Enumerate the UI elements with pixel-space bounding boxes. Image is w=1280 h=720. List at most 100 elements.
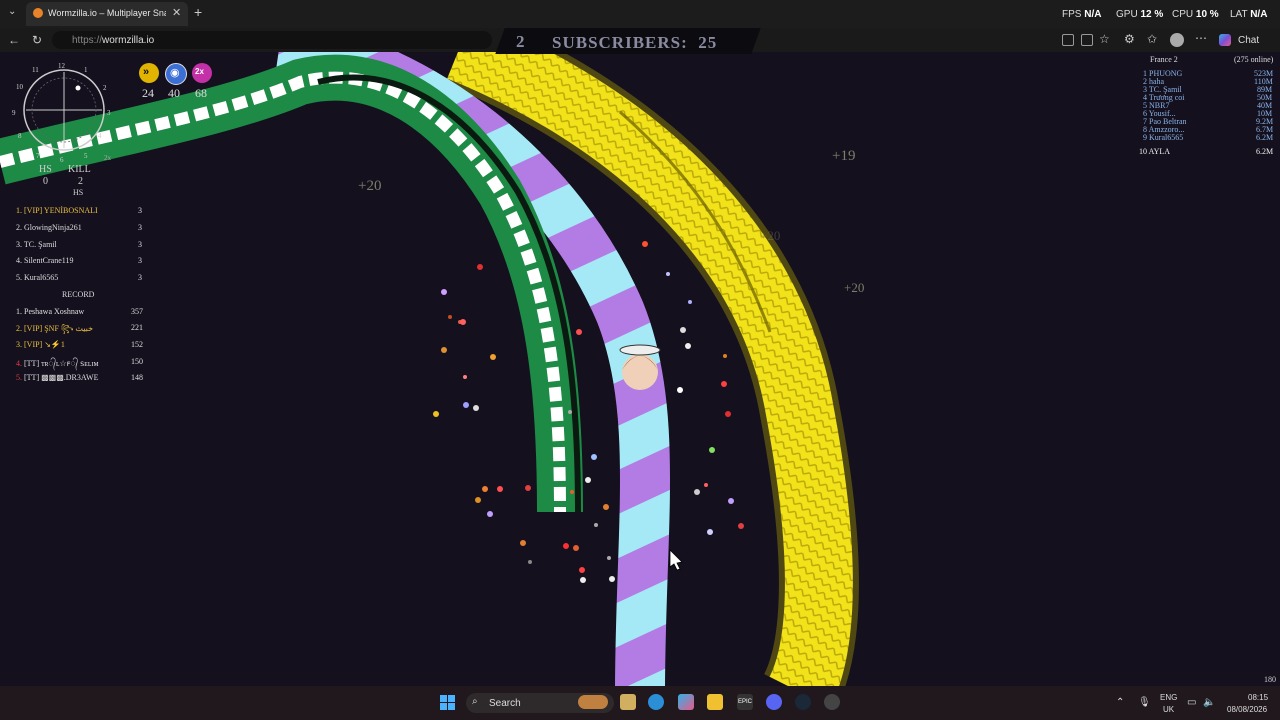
list-item: 2. [VIP] ŞNF ꧂ خبيث [16, 323, 93, 339]
list-item: 5. Kural6565 [16, 273, 58, 282]
record-title: RECORD [62, 290, 95, 299]
browser-tab-bar: ⌄ Wormzilla.io – Multiplayer Snake G ✕ +… [0, 0, 1280, 28]
subscribers-text: SUBSCRIBERS: [552, 33, 688, 52]
magnet-count: 40 [168, 86, 180, 100]
minimap-number: 9 [12, 109, 16, 117]
clock-time[interactable]: 08:15 [1248, 693, 1268, 702]
player-name: [VIP] YENİBOSNALI [24, 206, 98, 215]
player-head [622, 354, 658, 390]
microphone-icon[interactable]: 🎙 [1138, 697, 1151, 708]
back-arrow-icon[interactable]: ← [8, 33, 20, 47]
tray-chevron-icon[interactable]: ⌃ [1116, 697, 1124, 708]
favorite-star-icon[interactable]: ☆ [1099, 32, 1110, 46]
subscribers-label: SUBSCRIBERS: 25 [552, 33, 717, 53]
tab-list-icon[interactable]: ⌄ [8, 6, 16, 17]
start-button[interactable] [440, 695, 455, 710]
player-name: [VIP] ↘⚡1 [24, 340, 65, 349]
subscribers-number: 2 [516, 32, 525, 51]
rank: 1. [16, 307, 22, 316]
player-name: Kural6565 [1149, 133, 1184, 142]
self-score: 6.2M [1256, 147, 1274, 156]
score: 148 [131, 373, 143, 382]
double-count: 68 [195, 86, 207, 100]
speed-count: 24 [142, 86, 154, 100]
language-bottom[interactable]: UK [1163, 705, 1174, 714]
player-name: SilentCrane119 [24, 256, 74, 265]
list-item: 9 Kural6565 [1143, 133, 1183, 142]
hs-board-title: HS [73, 188, 84, 197]
extension-icon[interactable]: ⚙ [1124, 32, 1135, 46]
store-icon[interactable] [620, 694, 636, 710]
player-name: GlowingNinja261 [24, 223, 82, 232]
list-item: 5. [TT] ▩▩▩.DR3AWE [16, 373, 98, 382]
rank: 3. [16, 240, 22, 249]
hs-label: HS [39, 164, 52, 175]
minimap-number: 7 [36, 152, 40, 160]
fps-value: N/A [1084, 9, 1102, 20]
edge-icon[interactable] [648, 694, 664, 710]
clock-date[interactable]: 08/08/2026 [1227, 705, 1267, 714]
minimap-number: 3 [107, 109, 111, 117]
discord-icon[interactable] [766, 694, 782, 710]
epic-games-icon[interactable]: EPIC [737, 694, 753, 710]
player-name: AYLA [1148, 147, 1171, 156]
player-sunglasses [619, 344, 661, 356]
rank: 5. [16, 373, 22, 382]
game-world[interactable] [0, 52, 1280, 686]
copilot-icon [1219, 34, 1231, 46]
floating-score: +19 [832, 148, 856, 164]
cpu-label: CPU [1172, 9, 1194, 20]
start-tile [448, 703, 455, 710]
player-name: [TT] ▩▩▩.DR3AWE [24, 373, 99, 382]
score: 3 [138, 223, 142, 232]
score: 357 [131, 307, 143, 316]
kill-label: KILL [68, 164, 91, 175]
lat-label: LAT [1230, 9, 1248, 20]
file-explorer-icon[interactable] [707, 694, 723, 710]
minimap-number: 5 [84, 152, 88, 160]
copilot-app-icon[interactable] [678, 694, 694, 710]
minimap-number: 11 [32, 66, 39, 74]
more-menu-icon[interactable]: ⋯ [1195, 31, 1207, 45]
minimap-number: 12 [58, 62, 65, 70]
network-icon[interactable]: ▭ [1187, 697, 1196, 708]
minimap-number: 1 [84, 66, 88, 74]
search-highlight-image [578, 695, 608, 709]
score: 221 [131, 323, 143, 332]
score: 3 [138, 273, 142, 282]
minimap-number: 4 [98, 132, 102, 140]
profile-avatar[interactable] [1170, 33, 1184, 47]
floating-score: +20 [760, 228, 781, 243]
score: 150 [131, 357, 143, 366]
player-name: Peshawa Xoshnaw [24, 307, 85, 316]
online-count: (275 online) [1234, 55, 1274, 64]
player-name: [TT] ᴛʀ᭄ʟ☆ꜰ᭄ ꜱᴇʟɪᴍ [24, 359, 99, 368]
chat-button[interactable]: Chat [1238, 35, 1259, 46]
fps-readout: FPS N/A [1062, 9, 1101, 20]
game-canvas[interactable]: +20 +19 +20 +20 11 12 1 2 3 9 10 4 5 6 7… [0, 52, 1280, 686]
reload-icon[interactable]: ↻ [32, 33, 42, 47]
steam-icon[interactable] [795, 694, 811, 710]
list-item: 3. [VIP] ↘⚡1 [16, 340, 65, 349]
player-name: [VIP] ŞNF ꧂ خبيث [24, 324, 94, 333]
close-tab-icon[interactable]: ✕ [172, 6, 181, 19]
favorites-icon[interactable]: ✩ [1147, 32, 1157, 46]
url-text[interactable]: https://wormzilla.io [72, 35, 154, 46]
rank: 2. [16, 223, 22, 232]
fps-label: FPS [1062, 9, 1082, 20]
app-icon[interactable] [824, 694, 840, 710]
list-item: 4. SilentCrane119 [16, 256, 73, 265]
new-tab-button[interactable]: + [194, 4, 202, 20]
tab-title: Wormzilla.io – Multiplayer Snake G [48, 8, 166, 18]
reader-icon[interactable] [1081, 34, 1093, 46]
language-top[interactable]: ENG [1160, 693, 1177, 702]
self-rank-row: 10 AYLA [1139, 147, 1170, 156]
minimap-zoom: 2x [104, 154, 111, 162]
lat-readout: LAT N/A [1230, 9, 1267, 20]
hs-value: 0 [43, 176, 48, 187]
volume-icon[interactable]: 🔈 [1203, 697, 1215, 708]
split-screen-icon[interactable] [1062, 34, 1074, 46]
minimap-number: 10 [16, 83, 23, 91]
minimap [23, 69, 105, 151]
search-icon: ⌕ [472, 696, 478, 707]
